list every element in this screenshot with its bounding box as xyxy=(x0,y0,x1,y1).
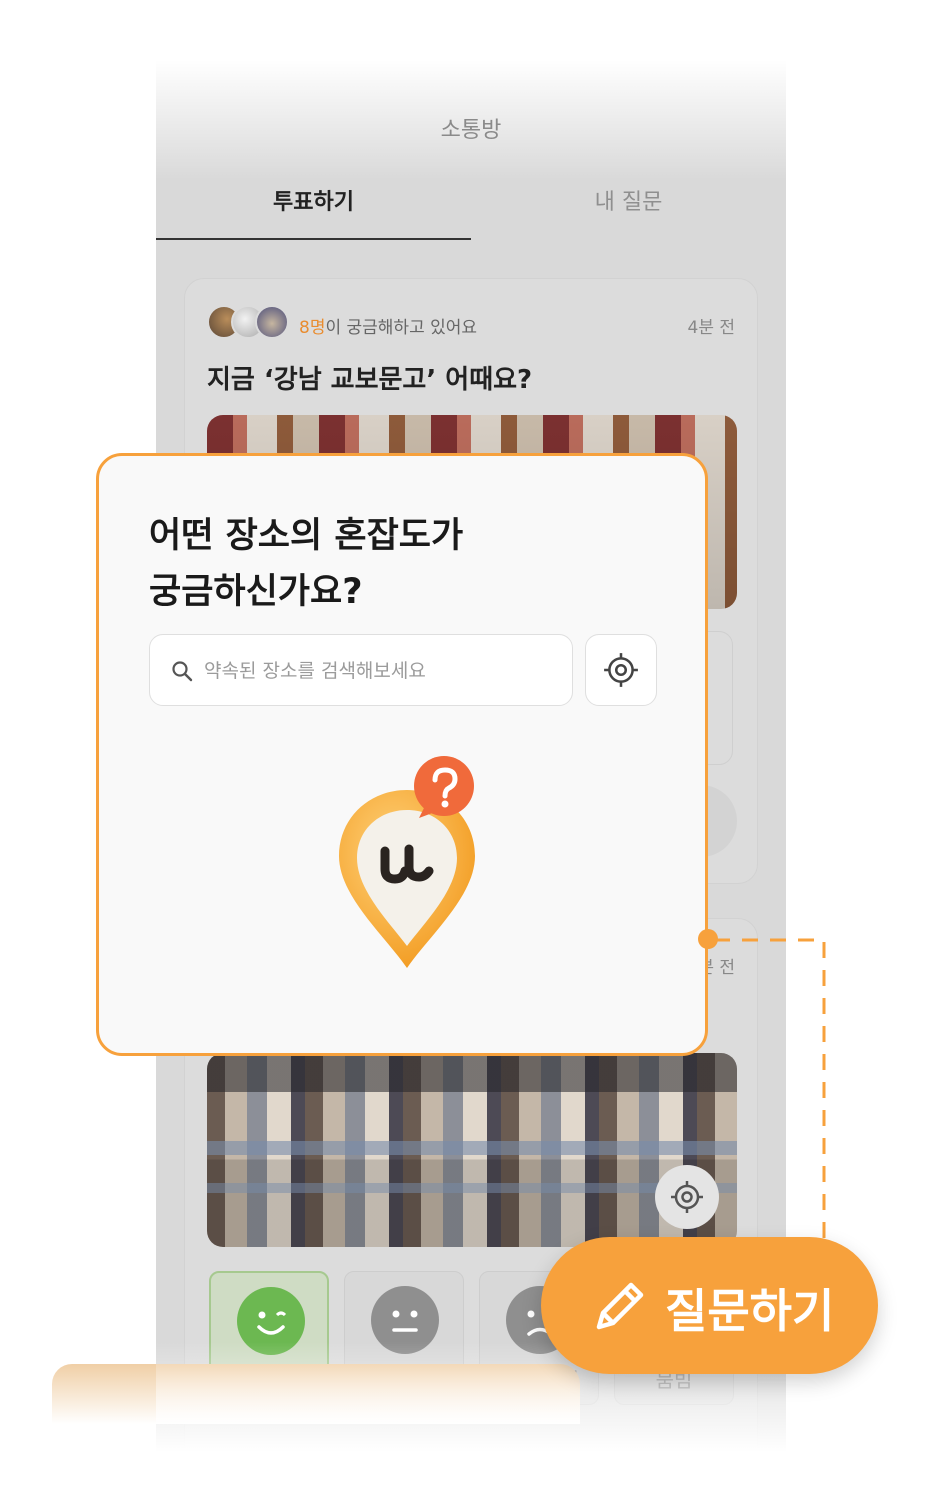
modal-title-line1: 어떤 장소의 혼잡도가 xyxy=(149,516,464,556)
timestamp: 4분 전 xyxy=(687,318,736,338)
question-title: 지금 ‘강남 교보문고’ 어때요? xyxy=(207,365,533,395)
place-photo xyxy=(207,1053,737,1247)
photo-detail xyxy=(207,1141,737,1155)
current-location-button[interactable] xyxy=(585,634,657,706)
gps-target-icon xyxy=(604,653,638,687)
curious-count: 8명 xyxy=(299,318,326,338)
page-title: 소통방 xyxy=(440,118,502,143)
smile-face-icon xyxy=(237,1287,305,1355)
screen: 소통방 투표하기 내 질문 8명이 궁금해하고 있어요 4분 전 지금 ‘강남 … xyxy=(0,0,945,1512)
modal-title: 어떤 장소의 혼잡도가 궁금하신가요? xyxy=(149,508,463,620)
ask-question-button[interactable]: 질문하기 xyxy=(541,1237,878,1374)
connector-dot xyxy=(698,929,718,949)
place-search-box[interactable] xyxy=(149,634,573,706)
avatar xyxy=(255,305,289,339)
tab-bar: 투표하기 내 질문 xyxy=(156,180,786,240)
gps-target-icon xyxy=(671,1181,703,1213)
tab-vote[interactable]: 투표하기 xyxy=(156,180,471,240)
ask-button-label: 질문하기 xyxy=(665,1284,835,1338)
modal-title-line2: 궁금하신가요? xyxy=(149,572,363,612)
curious-suffix: 이 궁금해하고 있어요 xyxy=(325,318,478,338)
neutral-face-icon xyxy=(371,1286,439,1354)
map-pin-question-icon xyxy=(339,756,475,968)
place-search-input[interactable] xyxy=(204,653,544,689)
next-card-peek xyxy=(52,1364,580,1424)
search-icon xyxy=(172,661,193,682)
avatar-group xyxy=(207,305,293,341)
connector-line xyxy=(714,938,826,1266)
pencil-icon xyxy=(596,1282,644,1330)
curious-count-text: 8명이 궁금해하고 있어요 xyxy=(299,313,477,338)
place-search-modal: 어떤 장소의 혼잡도가 궁금하신가요? xyxy=(96,453,708,1056)
tab-my-questions[interactable]: 내 질문 xyxy=(471,180,786,240)
